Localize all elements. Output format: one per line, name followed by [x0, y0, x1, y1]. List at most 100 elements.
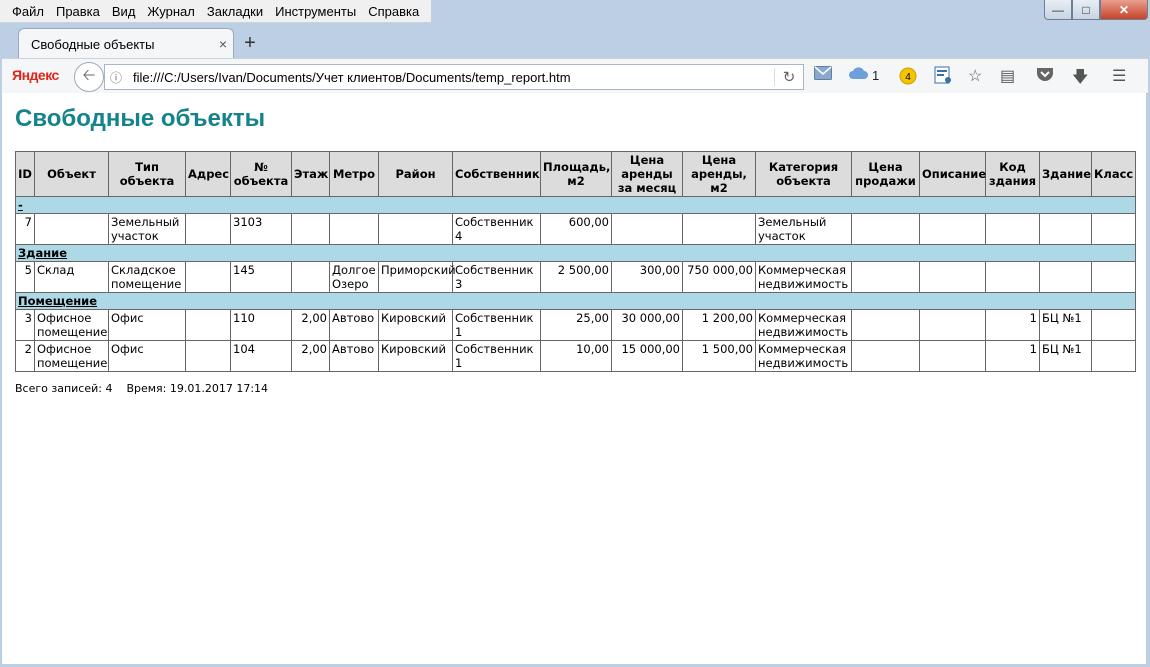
table-cell: БЦ №1	[1039, 340, 1092, 372]
table-cell: 2,00	[291, 309, 330, 341]
table-cell	[1091, 213, 1136, 245]
badge-count: 4	[905, 72, 911, 83]
table-row: 5 Склад Складское помещение 145 Долгое Озеро…	[15, 261, 1136, 293]
table-cell: БЦ №1	[1039, 309, 1092, 341]
navigation-bar: Яндекс 🡠 ⓘ file:///C:/Users/Ivan/Documen…	[2, 58, 1148, 94]
maximize-button[interactable]: □	[1072, 0, 1100, 20]
table-header-row: ID Объект Тип объекта Адрес № объекта Этаж Мет…	[15, 151, 1136, 197]
table-cell	[919, 340, 986, 372]
column-header: Адрес	[185, 151, 231, 197]
pocket-icon[interactable]	[1036, 66, 1054, 87]
table-cell: 104	[230, 340, 292, 372]
new-tab-button[interactable]: +	[240, 32, 260, 55]
table-cell: 1	[985, 340, 1040, 372]
info-icon[interactable]: ⓘ	[105, 69, 127, 86]
table-cell: 750 000,00	[682, 261, 756, 293]
column-header: Цена аренды за месяц	[611, 151, 683, 197]
back-button[interactable]: 🡠	[74, 62, 104, 92]
table-cell	[1039, 261, 1092, 293]
table-cell: Офис	[108, 309, 186, 341]
cloud-count: 1	[872, 68, 880, 83]
table-row: 2 Офисное помещение Офис 104 2,00 Автово Киров…	[15, 340, 1136, 372]
table-cell: Офисное помещение	[34, 340, 109, 372]
menu-hamburger-icon[interactable]: ☰	[1112, 66, 1126, 86]
cloud-icon[interactable]	[848, 66, 868, 85]
column-header: Собственник	[452, 151, 541, 197]
table-cell	[682, 213, 756, 245]
table-cell	[851, 213, 920, 245]
group-label: Помещение	[15, 292, 1136, 310]
reader-extension-icon[interactable]	[934, 66, 952, 89]
column-header: ID	[15, 151, 35, 197]
weather-badge-icon[interactable]: 4	[898, 66, 918, 91]
menu-file[interactable]: Файл	[6, 4, 50, 19]
page-content: Свободные объекты ID Объект Тип объекта Адр…	[2, 93, 1146, 664]
table-cell: Автово	[329, 309, 379, 341]
table-cell: Склад	[34, 261, 109, 293]
table-row: 3 Офисное помещение Офис 110 2,00 Автово Киров…	[15, 309, 1136, 341]
downloads-icon[interactable]: 🡇	[1072, 66, 1088, 93]
table-cell: Собственник 4	[452, 213, 541, 245]
table-cell: 7	[15, 213, 35, 245]
table-cell: 110	[230, 309, 292, 341]
url-text[interactable]: file:///C:/Users/Ivan/Documents/Учет кли…	[127, 70, 774, 85]
table-cell	[851, 309, 920, 341]
menu-bar: Файл Правка Вид Журнал Закладки Инструме…	[0, 0, 432, 23]
table-cell: 2 500,00	[540, 261, 612, 293]
table-cell	[919, 261, 986, 293]
column-header: Тип объекта	[108, 151, 186, 197]
tab-title: Свободные объекты	[31, 36, 155, 52]
mail-icon[interactable]	[814, 66, 832, 85]
table-cell	[919, 309, 986, 341]
table-cell	[1039, 213, 1092, 245]
tab-active[interactable]: Свободные объекты ×	[18, 28, 234, 59]
table-cell: Кировский	[378, 340, 453, 372]
close-window-button[interactable]: ✕	[1100, 0, 1148, 20]
table-cell	[185, 213, 231, 245]
reload-icon[interactable]: ↻	[774, 68, 803, 86]
menu-help[interactable]: Справка	[362, 4, 425, 19]
table-cell: 145	[230, 261, 292, 293]
menu-tools[interactable]: Инструменты	[269, 4, 362, 19]
menu-view[interactable]: Вид	[106, 4, 142, 19]
table-cell	[985, 213, 1040, 245]
bookmarks-list-icon[interactable]: ▤	[1000, 66, 1015, 86]
tab-close-icon[interactable]: ×	[213, 36, 233, 52]
table-cell: Коммерческая недвижимость	[755, 340, 852, 372]
table-cell: Земельный участок	[108, 213, 186, 245]
table-cell: Собственник 1	[452, 340, 541, 372]
table-cell: 5	[15, 261, 35, 293]
table-cell	[851, 340, 920, 372]
table-cell: 1 200,00	[682, 309, 756, 341]
table-cell: 2	[15, 340, 35, 372]
table-cell: 1 500,00	[682, 340, 756, 372]
back-arrow-icon: 🡠	[82, 66, 96, 84]
table-cell	[378, 213, 453, 245]
table-cell	[34, 213, 109, 245]
report-table: ID Объект Тип объекта Адрес № объекта Этаж Мет…	[15, 151, 1136, 372]
column-header: Описание	[919, 151, 986, 197]
column-header: Метро	[329, 151, 379, 197]
column-header: Объект	[34, 151, 109, 197]
page-title: Свободные объекты	[15, 105, 266, 132]
table-cell: 600,00	[540, 213, 612, 245]
table-cell	[291, 261, 330, 293]
table-cell: Офисное помещение	[34, 309, 109, 341]
table-row: 7 Земельный участок 3103 Собственник 4 600,0…	[15, 213, 1136, 245]
bookmark-star-icon[interactable]: ☆	[968, 66, 982, 86]
address-bar[interactable]: ⓘ file:///C:/Users/Ivan/Documents/Учет к…	[104, 64, 804, 90]
minimize-button[interactable]: —	[1044, 0, 1072, 20]
column-header: Цена аренды, м2	[682, 151, 756, 197]
group-label: Здание	[15, 244, 1136, 262]
yandex-logo[interactable]: Яндекс	[12, 67, 59, 83]
menu-bookmarks[interactable]: Закладки	[201, 4, 269, 19]
report-footer: Всего записей: 4 Время: 19.01.2017 17:14	[15, 382, 269, 395]
menu-history[interactable]: Журнал	[141, 4, 200, 19]
table-cell: 3103	[230, 213, 292, 245]
column-header: Код здания	[985, 151, 1040, 197]
menu-edit[interactable]: Правка	[50, 4, 106, 19]
table-cell	[1091, 261, 1136, 293]
group-row: Помещение	[15, 292, 1136, 310]
table-cell: Земельный участок	[755, 213, 852, 245]
table-cell: 300,00	[611, 261, 683, 293]
